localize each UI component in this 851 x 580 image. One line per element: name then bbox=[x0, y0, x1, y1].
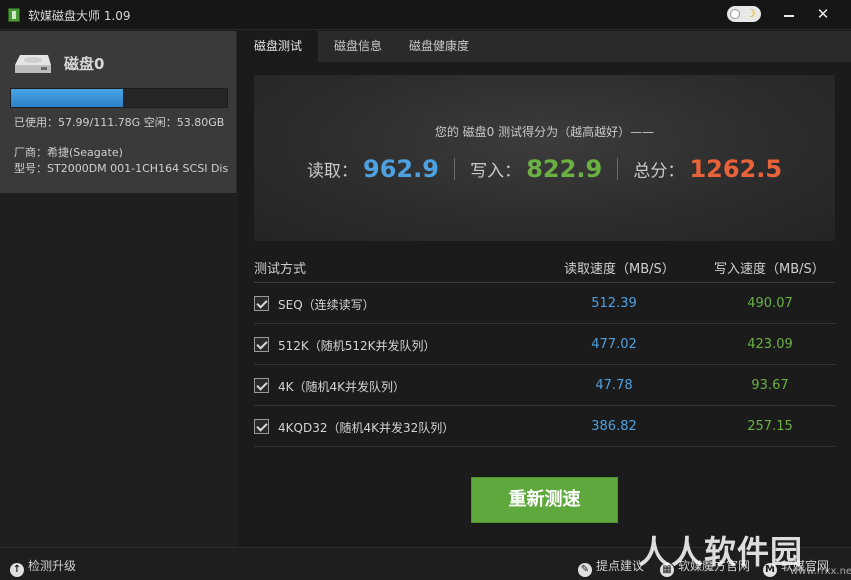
table-row: 4K（随机4K并发队列） 47.78 93.67 bbox=[254, 365, 835, 406]
checkbox-4kqd32[interactable] bbox=[254, 419, 269, 434]
check-update-label: 检测升级 bbox=[28, 559, 77, 573]
write-speed-value: 490.07 bbox=[747, 296, 793, 311]
header-write-speed: 写入速度（MB/S） bbox=[714, 262, 825, 277]
model-text: 型号：ST2000DM 001-1CH164 SCSI Disk bbox=[14, 162, 229, 175]
checkbox-seq[interactable] bbox=[254, 296, 269, 311]
watermark-url: www.rrxx.net bbox=[790, 566, 851, 577]
close-button[interactable]: ✕ bbox=[812, 4, 834, 24]
sun-icon bbox=[730, 9, 740, 19]
retest-button[interactable]: 重新测速 bbox=[471, 477, 618, 523]
usage-bar bbox=[10, 88, 228, 108]
write-speed-value: 423.09 bbox=[747, 337, 793, 352]
theme-toggle[interactable]: ☽ bbox=[727, 6, 761, 22]
watermark-text: 人人软件园 bbox=[638, 533, 804, 571]
benchmark-table: 测试方式 读取速度（MB/S） 写入速度（MB/S） SEQ（连续读写） 512… bbox=[254, 247, 835, 447]
score-caption: 您的 磁盘0 测试得分为（越高越好）—— bbox=[434, 125, 655, 139]
write-speed-value: 257.15 bbox=[747, 419, 793, 434]
disk-item[interactable]: 磁盘0 已使用：57.99/111.78G 空闲：53.80GB 厂商：希捷(S… bbox=[0, 31, 237, 193]
feedback-link[interactable]: ✎ 提点建议 bbox=[578, 557, 644, 577]
score-row: 读取： 962.9 写入： 822.9 总分： 1262.5 bbox=[254, 155, 835, 183]
mode-label: SEQ（连续读写） bbox=[278, 298, 375, 312]
mode-label: 4KQD32（随机4K并发32队列） bbox=[278, 421, 455, 435]
app-logo-icon bbox=[8, 8, 20, 22]
read-speed-value: 386.82 bbox=[591, 419, 637, 434]
write-score-label: 写入： bbox=[470, 161, 522, 182]
table-row: 4KQD32（随机4K并发32队列） 386.82 257.15 bbox=[254, 406, 835, 447]
mode-label: 4K（随机4K并发队列） bbox=[278, 380, 406, 394]
tab-disk-test[interactable]: 磁盘测试 bbox=[238, 31, 319, 62]
disk-name: 磁盘0 bbox=[64, 55, 105, 73]
header-mode: 测试方式 bbox=[254, 262, 307, 277]
total-score-label: 总分： bbox=[633, 161, 685, 182]
moon-icon: ☽ bbox=[746, 7, 756, 20]
tab-disk-info[interactable]: 磁盘信息 bbox=[318, 31, 398, 62]
read-speed-value: 47.78 bbox=[595, 378, 633, 393]
feedback-icon: ✎ bbox=[578, 563, 592, 577]
minimize-button[interactable] bbox=[778, 4, 800, 24]
read-score-value: 962.9 bbox=[363, 155, 439, 183]
tab-disk-health[interactable]: 磁盘健康度 bbox=[393, 31, 485, 62]
feedback-label: 提点建议 bbox=[596, 559, 645, 573]
hard-disk-icon bbox=[15, 55, 51, 73]
checkbox-4k[interactable] bbox=[254, 378, 269, 393]
vendor-text: 厂商：希捷(Seagate) bbox=[14, 146, 123, 159]
write-speed-value: 93.67 bbox=[751, 378, 789, 393]
window-title: 软媒磁盘大师 1.09 bbox=[28, 9, 131, 23]
read-score-label: 读取： bbox=[306, 161, 358, 182]
checkbox-512k[interactable] bbox=[254, 337, 269, 352]
score-divider bbox=[617, 158, 619, 180]
table-row: 512K（随机512K并发队列） 477.02 423.09 bbox=[254, 324, 835, 365]
header-read-speed: 读取速度（MB/S） bbox=[564, 262, 675, 277]
check-update-link[interactable]: ↑ 检测升级 bbox=[10, 557, 76, 577]
mode-label: 512K（随机512K并发队列） bbox=[278, 339, 436, 353]
score-divider bbox=[454, 158, 456, 180]
upgrade-arrow-icon: ↑ bbox=[10, 563, 24, 577]
table-row: SEQ（连续读写） 512.39 490.07 bbox=[254, 283, 835, 324]
tab-bar: 磁盘测试 磁盘信息 磁盘健康度 bbox=[238, 31, 851, 62]
score-panel: 您的 磁盘0 测试得分为（越高越好）—— 读取： 962.9 写入： 822.9… bbox=[254, 75, 835, 241]
write-score-value: 822.9 bbox=[526, 155, 603, 183]
read-speed-value: 512.39 bbox=[591, 296, 637, 311]
table-header: 测试方式 读取速度（MB/S） 写入速度（MB/S） bbox=[254, 247, 835, 283]
read-speed-value: 477.02 bbox=[591, 337, 637, 352]
usage-bar-fill bbox=[11, 89, 124, 107]
total-score-value: 1262.5 bbox=[689, 155, 783, 183]
main-panel: 磁盘测试 磁盘信息 磁盘健康度 您的 磁盘0 测试得分为（越高越好）—— 读取：… bbox=[238, 31, 851, 547]
title-bar: 软媒磁盘大师 1.09 ☽ ✕ bbox=[0, 0, 851, 30]
usage-text: 已使用：57.99/111.78G 空闲：53.80GB bbox=[14, 116, 225, 129]
sidebar: 磁盘0 已使用：57.99/111.78G 空闲：53.80GB 厂商：希捷(S… bbox=[0, 31, 237, 547]
